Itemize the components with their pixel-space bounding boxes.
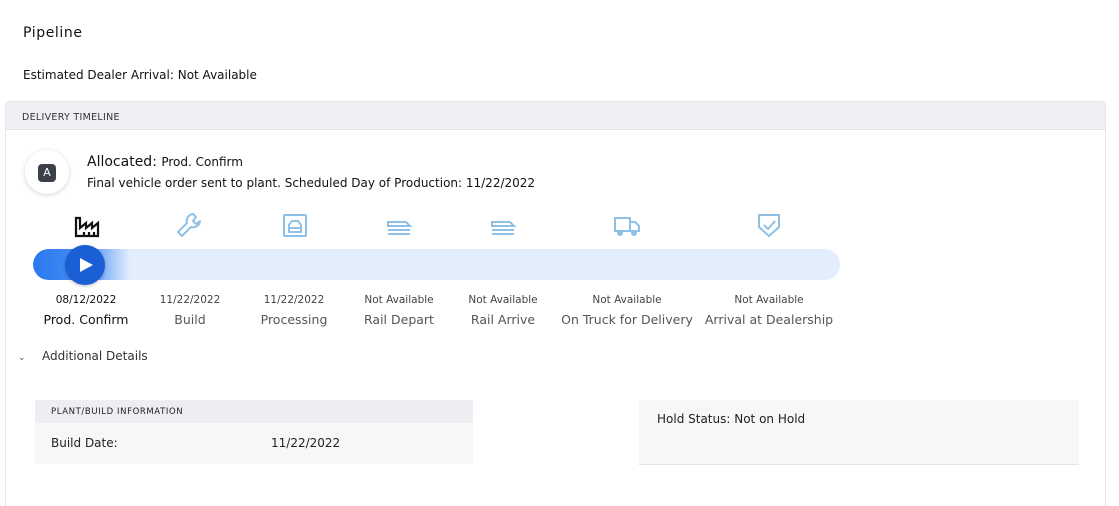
status-line: Allocated: Prod. Confirm (87, 154, 243, 170)
additional-details-label: Additional Details (42, 349, 148, 363)
timeline-header: DELIVERY TIMELINE (6, 102, 1105, 130)
build-date-row: Build Date: 11/22/2022 (35, 423, 473, 464)
plant-build-panel: PLANT/BUILD INFORMATION Build Date: 11/2… (35, 400, 473, 464)
status-description: Final vehicle order sent to plant. Sched… (87, 176, 536, 190)
timeline-progress-track (33, 249, 840, 280)
status-value: Prod. Confirm (161, 155, 243, 169)
truck-icon (612, 210, 642, 240)
shield-check-icon (754, 210, 784, 240)
factory-icon (72, 210, 102, 240)
hold-status-text: Hold Status: Not on Hold (657, 412, 806, 426)
hold-status-panel: Hold Status: Not on Hold (639, 400, 1079, 465)
status-label: Allocated: (87, 154, 157, 170)
stage-date: Not Available (734, 294, 804, 306)
rail-arrive-icon (488, 210, 518, 240)
processing-icon (280, 210, 310, 240)
dealer-arrival-text: Estimated Dealer Arrival: Not Available (23, 68, 257, 82)
stage-name: Arrival at Dealership (704, 312, 834, 327)
status-badge: A (25, 150, 69, 194)
stage-date: Not Available (592, 294, 662, 306)
stage-name: On Truck for Delivery (561, 312, 693, 327)
play-button[interactable] (65, 245, 105, 285)
plant-build-header: PLANT/BUILD INFORMATION (35, 400, 473, 423)
status-badge-letter: A (38, 164, 56, 182)
play-icon (80, 258, 93, 272)
stage-arrival-dealership: Not Available Arrival at Dealership (694, 292, 844, 328)
build-date-label: Build Date: (51, 436, 118, 450)
chevron-down-icon: ⌄ (18, 353, 26, 363)
additional-details-toggle[interactable]: ⌄ Additional Details (18, 349, 148, 363)
rail-depart-icon (384, 210, 414, 240)
stage-on-truck: Not Available On Truck for Delivery (552, 292, 702, 328)
page-title: Pipeline (23, 25, 83, 41)
wrench-icon (174, 210, 204, 240)
delivery-timeline-card: DELIVERY TIMELINE A Allocated: Prod. Con… (5, 101, 1106, 506)
build-date-value: 11/22/2022 (271, 436, 341, 450)
